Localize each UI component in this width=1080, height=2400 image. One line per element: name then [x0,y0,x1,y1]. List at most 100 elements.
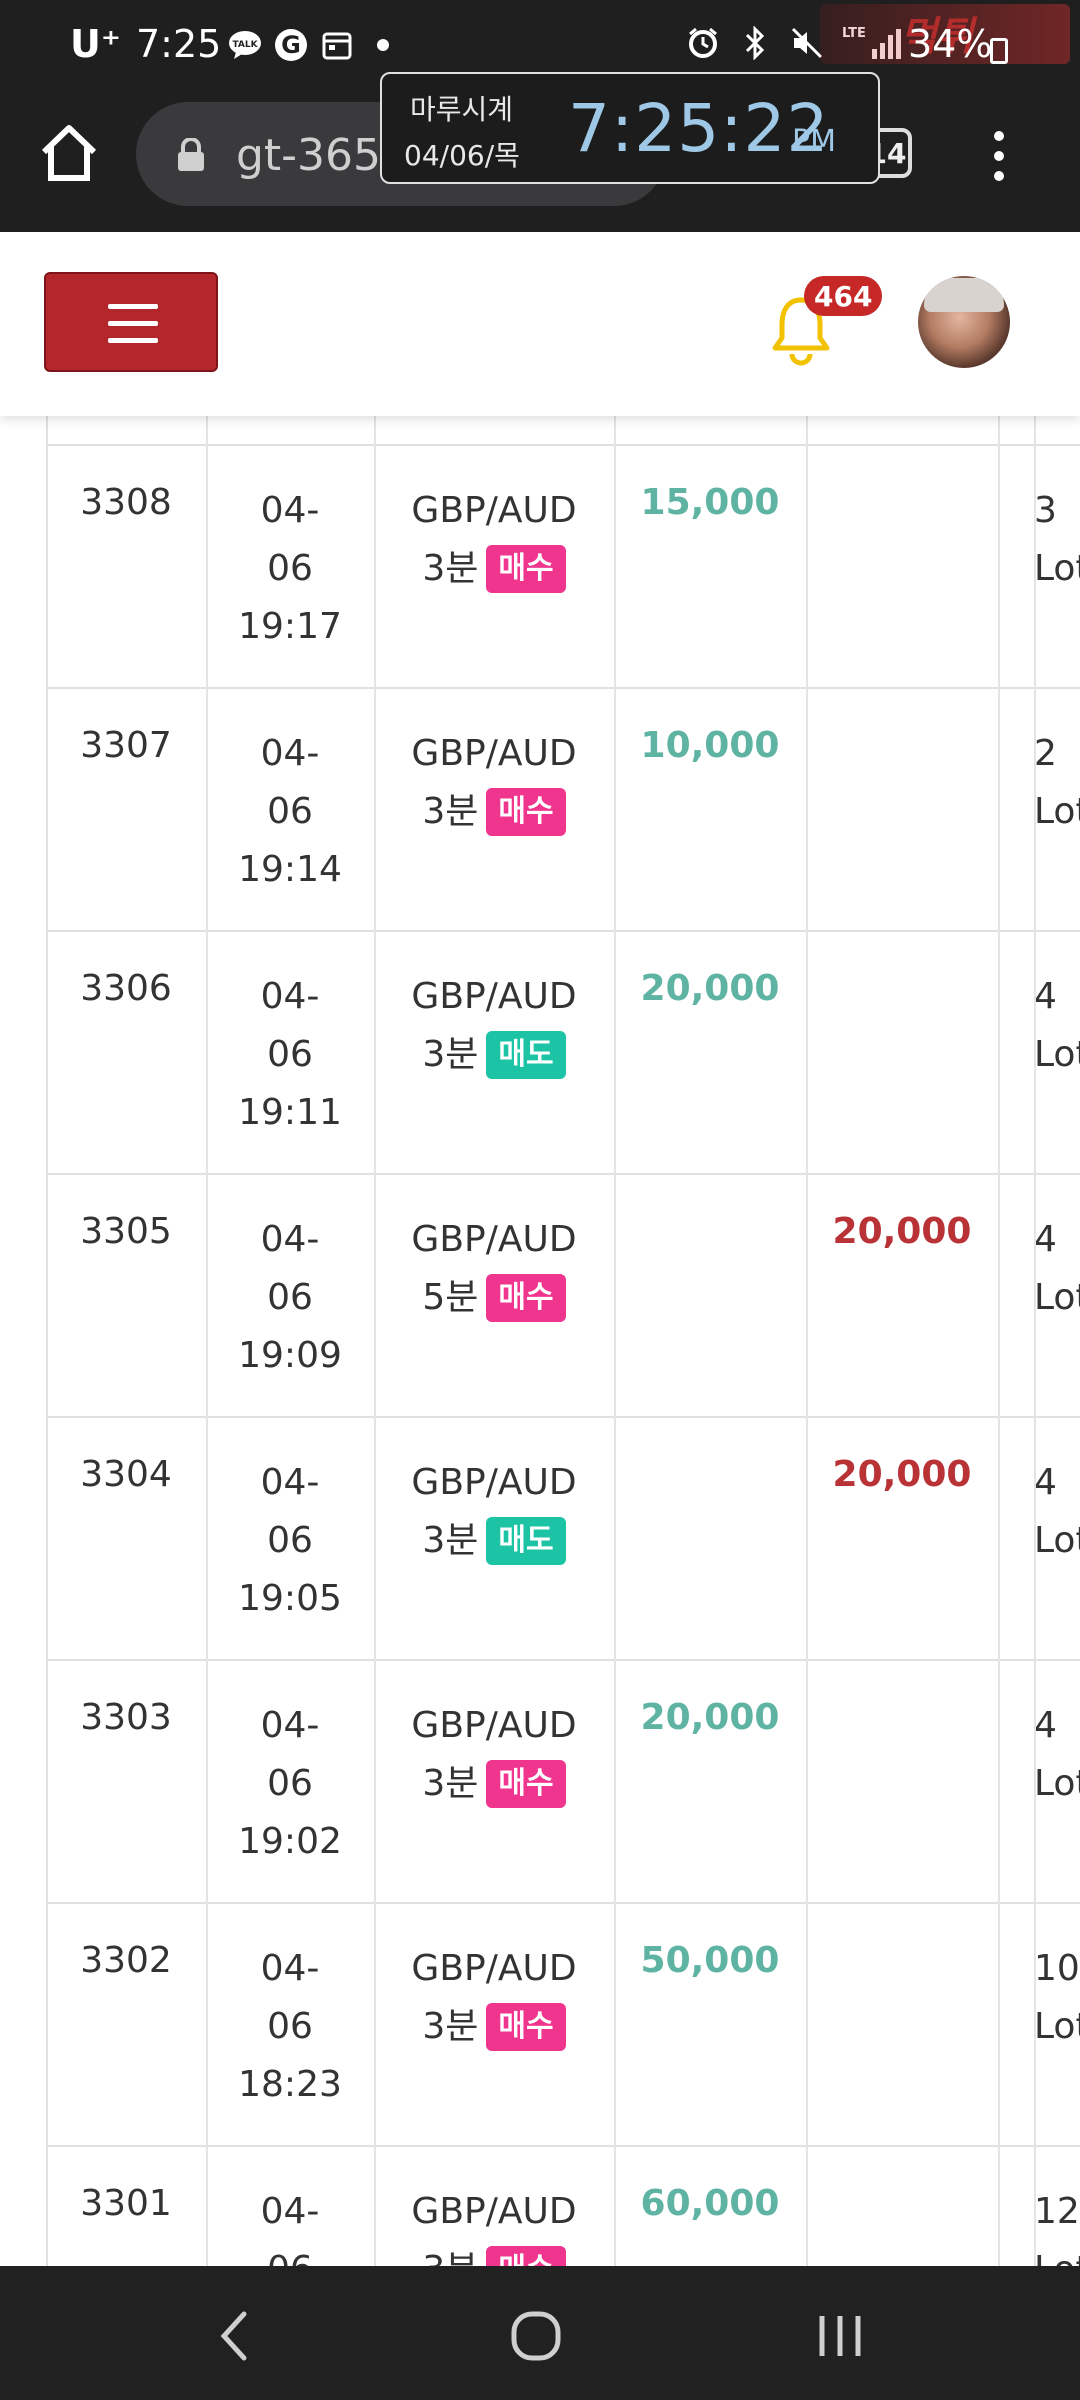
lot-size: 4 Lot [1034,1211,1080,1327]
trade-instrument: GBP/AUD3분매수 [374,482,614,598]
notification-icons: TALK G [228,28,400,62]
status-time: 7:25 [136,22,222,66]
lot-unit: Lot [1034,791,1080,832]
loss-amount: 20,000 [832,1211,972,1252]
trade-datetime: 04- 06 19:11 [206,968,374,1142]
trade-number: 3305 [80,1211,172,1252]
home-circle-icon [511,2311,561,2361]
date-month-part: 04- [260,976,320,1017]
recents-button[interactable] [810,2306,870,2366]
trade-duration: 3분 [422,1520,479,1561]
svg-text:G: G [281,31,301,59]
profit-amount: 20,000 [640,968,780,1009]
clock-time: 7:25:22 [568,90,830,167]
lot-size: 4 Lot [1034,968,1080,1084]
date-month-part: 04- [260,1462,320,1503]
home-button[interactable] [36,120,102,186]
table-row[interactable]: 330104-06GBP/AUD3분매수60,00012Lot [46,2147,1080,2266]
table-row[interactable]: 3306 04- 06 19:11 GBP/AUD 3분매도 20,000 4 Lot [46,932,1080,1175]
browser-menu-button[interactable] [984,126,1014,186]
clock-app-name: 마루시계 [410,93,514,126]
table-row[interactable]: 3302 04- 06 18:23 GBP/AUD 3분매수 50,000 10 Lot [46,1904,1080,2147]
lot-value: 12 [1034,2191,1080,2232]
hamburger-line [108,321,158,326]
currency-pair: GBP/AUD [411,1219,577,1260]
trade-time: 19:14 [238,849,342,890]
trade-instrument: GBP/AUD 3분 매도 [374,1454,614,1570]
lot-value: 2 [1034,733,1057,774]
more-vert-icon [994,131,1004,181]
date-day-part: 06 [267,1520,313,1561]
trade-side-badge: 매수 [486,2246,566,2266]
lot-unit: Lot [1034,548,1080,589]
date-day-part: 06 [267,548,313,589]
trade-time: 19:05 [238,1578,342,1619]
trade-history-table[interactable]: 330804-0619:17GBP/AUD3분매수15,0003Lot33070… [0,416,1080,2266]
loss-amount: 20,000 [832,1454,972,1495]
lot-value: 3 [1034,490,1057,531]
trade-detail: 3분 매도 [374,1512,614,1570]
trade-detail: 3분매수 [374,783,614,841]
trade-datetime: 04- 06 19:17 [206,482,374,656]
date-month-part: 04- [260,1948,320,1989]
table-row[interactable]: 3308 04- 06 19:17 GBP/AUD 3분매수 15,000 3 Lot [46,446,1080,689]
trade-datetime: 04- 06 19:09 [206,1211,374,1385]
trade-duration: 3분 [422,1763,479,1804]
trade-instrument: GBP/AUD3분매수 [374,2183,614,2266]
trade-duration: 5분 [422,1277,479,1318]
table-row[interactable]: 3303 04- 06 19:02 GBP/AUD 3분매수 20,000 4 Lot [46,1661,1080,1904]
trade-datetime: 04- 06 19:02 [206,1697,374,1871]
trade-number: 3308 [80,482,172,523]
date-month-part: 04- [260,1705,320,1746]
table-row[interactable]: 3304 04- 06 19:05 GBP/AUD 3분매도 20,000 4 Lot [46,1418,1080,1661]
talk-icon: TALK [228,28,262,62]
menu-button[interactable] [44,272,218,372]
date-day-part: 06 [267,2006,313,2047]
trade-time: 19:02 [238,1821,342,1862]
home-nav-button[interactable] [506,2306,566,2366]
column-divider [998,416,1000,2266]
avatar[interactable] [918,276,1010,368]
lot-unit: Lot [1034,2006,1080,2047]
trade-instrument: GBP/AUD 3분 매도 [374,968,614,1084]
trade-time: 19:09 [238,1335,342,1376]
trade-duration: 3분 [422,1034,479,1075]
trade-detail: 3분매수 [374,1998,614,2056]
trade-time: 18:23 [238,2064,342,2105]
column-divider [374,416,376,2266]
column-divider [206,416,208,2266]
bluetooth-icon [738,26,772,60]
trade-side-badge: 매수 [486,2003,566,2051]
trade-datetime: 04-06 [206,2183,374,2266]
avatar-hair [924,278,1004,312]
trade-side-badge: 매수 [486,545,566,593]
profit-amount: 50,000 [640,1940,780,1981]
currency-pair: GBP/AUD [411,1462,577,1503]
back-button[interactable] [206,2306,266,2366]
lot-size: 4 Lot [1034,1697,1080,1813]
calendar-icon [320,28,354,62]
trade-datetime: 04- 06 19:14 [206,725,374,899]
lot-size: 12 Lot [1034,2183,1080,2266]
column-divider [614,416,616,2266]
system-navigation-bar [0,2266,1080,2400]
column-divider [1034,416,1036,2266]
lot-size: 3 Lot [1034,482,1080,598]
trade-detail: 3분매수 [374,1755,614,1813]
trade-number: 3304 [80,1454,172,1495]
trade-instrument: GBP/AUD3분매수 [374,1697,614,1813]
lot-value: 4 [1034,1219,1057,1260]
trade-datetime: 04- 06 18:23 [206,1940,374,2114]
table-row[interactable]: 3307 04- 06 19:14 GBP/AUD 3분매수 10,000 2 Lot [46,689,1080,932]
trade-side-badge: 매수 [486,1274,566,1322]
lock-icon [178,138,204,171]
floating-clock-widget[interactable]: 마루시계 04/06/목 7:25:22 PM [380,72,880,184]
table-row[interactable]: 3305 04- 06 19:09 GBP/AUD 5분매수 20,000 4 Lot [46,1175,1080,1418]
date-day-part: 06 [267,1034,313,1075]
lot-value: 4 [1034,976,1057,1017]
table-header-remnant [46,416,1080,446]
trade-side-badge: 매도 [486,1517,566,1565]
trade-duration: 3분 [422,2006,479,2047]
date-month-part: 04- [260,2191,320,2232]
column-divider [806,416,808,2266]
